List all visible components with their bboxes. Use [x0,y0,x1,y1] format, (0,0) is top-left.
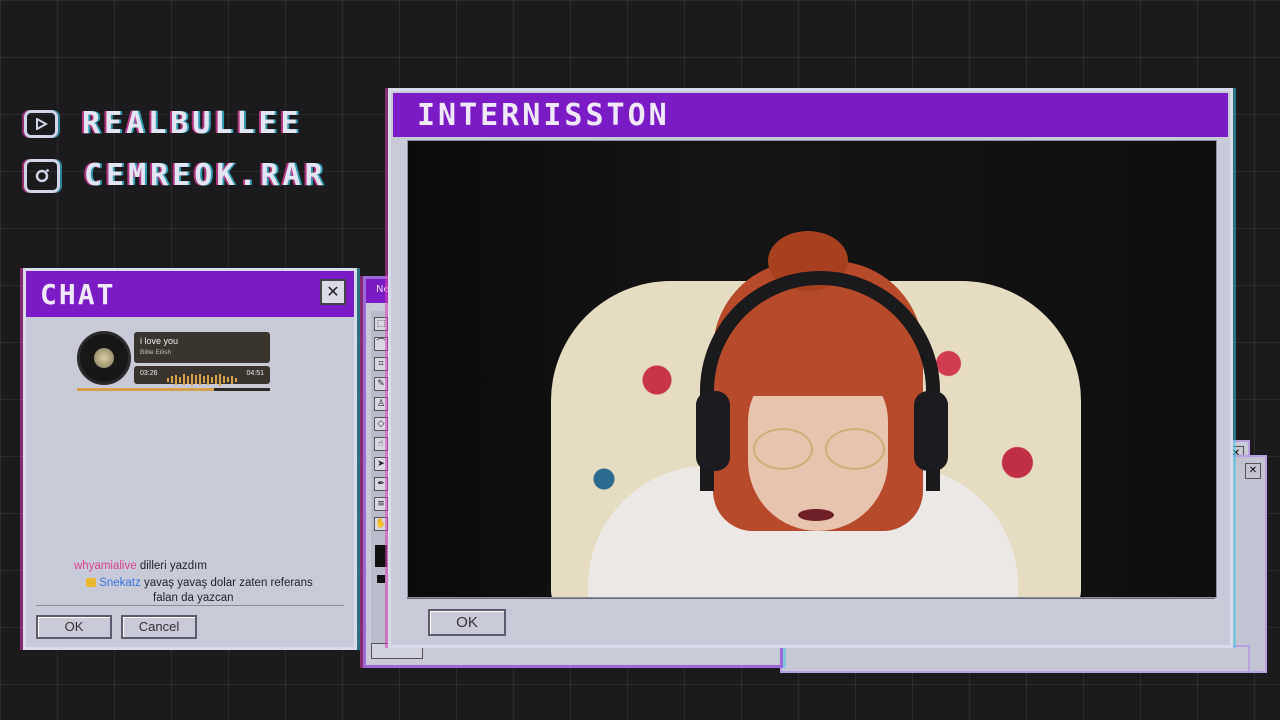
youtube-icon [24,109,58,138]
song-artist: Billie Eilish [140,349,172,356]
chat-title: CHAT [40,277,116,311]
current-time: 03:26 [140,370,158,377]
album-art [77,331,131,385]
chat-ok-button[interactable]: OK [36,615,112,639]
main-window: INTERNISSTON OK [388,88,1233,648]
lips [798,509,834,521]
color-swatch-small[interactable] [377,575,385,583]
song-progress-track[interactable] [77,388,270,391]
instagram-social: CEMREOK.RAR [24,158,327,193]
chat-message: Snekatz yavaş yavaş dolar zaten referans [86,577,313,589]
main-title: INTERNISSTON [417,97,670,133]
eraser-tool-icon[interactable]: ◇ [374,417,388,431]
headphone-left-cup [696,391,730,471]
chat-username[interactable]: Snekatz [99,577,141,589]
song-card: i love you Billie Eilish [134,332,270,363]
song-title: i love you [140,336,179,346]
select-tool-icon[interactable]: ⬚ [374,317,388,331]
lasso-tool-icon[interactable]: ⌒ [374,337,388,351]
total-time: 04:51 [246,370,264,377]
headphone-right-cup [914,391,948,471]
chat-text: dilleri yazdım [139,560,207,572]
chat-window: CHAT ✕ i love you Billie Eilish 03:26 04… [23,268,357,650]
chat-text-continued: falan da yazcan [153,592,234,604]
instagram-handle: CEMREOK.RAR [84,158,327,193]
color-swatch[interactable] [375,545,387,567]
youtube-handle: REALBULLEE [82,106,303,141]
chat-titlebar: CHAT [26,271,354,317]
instagram-icon [24,158,60,193]
glasses-right [825,428,885,470]
webcam-feed [407,140,1217,598]
divider [36,605,344,606]
crown-badge-icon [86,578,96,588]
main-titlebar: INTERNISSTON [393,93,1228,137]
crop-tool-icon[interactable]: ⌗ [374,357,388,371]
move-tool-icon[interactable]: ➤ [374,457,388,471]
smudge-tool-icon[interactable]: ☝ [374,437,388,451]
stacked-window-bottom [780,645,1250,673]
glasses-left [753,428,813,470]
close-icon[interactable]: ✕ [1245,463,1261,479]
text-tool-icon[interactable]: ≡ [374,497,388,511]
chat-cancel-button[interactable]: Cancel [121,615,197,639]
song-progress-fill [77,388,215,391]
stamp-tool-icon[interactable]: ♙ [374,397,388,411]
close-button[interactable]: ✕ [320,279,346,305]
main-ok-button[interactable]: OK [428,609,506,636]
brush-tool-icon[interactable]: ✎ [374,377,388,391]
hand-tool-icon[interactable]: ✋ [374,517,388,531]
close-icon: ✕ [326,282,340,301]
chat-username[interactable]: whyamialive [74,560,137,572]
divider [407,598,1215,599]
waveform-icon [167,369,239,388]
youtube-social: REALBULLEE [24,106,303,141]
chat-message: whyamialive dilleri yazdım [74,560,207,572]
player-bar: 03:26 04:51 [134,366,270,386]
chat-text: yavaş yavaş dolar zaten referans [143,577,313,589]
vinyl-label-icon [94,348,114,368]
pen-tool-icon[interactable]: ✒ [374,477,388,491]
